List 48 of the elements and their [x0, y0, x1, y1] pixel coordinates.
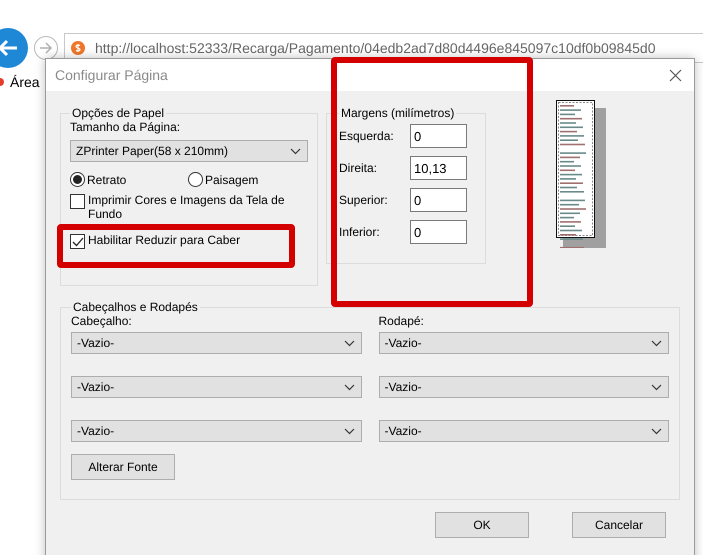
url-text: http://localhost:52333/Recarga/Pagamento/04edb2ad7d80d4496e845097c10df0b09845d0 — [95, 40, 656, 56]
dialog-button[interactable]: Cancelar — [572, 512, 666, 538]
chevron-down-icon — [344, 384, 354, 390]
dialog-button[interactable]: OK — [435, 512, 529, 538]
radio-button[interactable] — [188, 172, 203, 187]
margin-input[interactable]: 0 — [410, 124, 467, 148]
header-dropdown[interactable]: -Vazio- — [71, 332, 362, 354]
check-icon — [72, 236, 84, 246]
arrow-right-icon — [39, 42, 53, 54]
chevron-down-icon — [651, 340, 662, 346]
header-dropdown[interactable]: -Vazio- — [71, 420, 362, 442]
footer-dropdown[interactable]: -Vazio- — [378, 332, 669, 354]
group-title: Opções de Papel — [71, 106, 166, 120]
checkbox-label: Habilitar Reduzir para Caber — [88, 233, 240, 247]
field-label: Esquerda: — [339, 129, 394, 143]
group-title: Cabeçalhos e Rodapés — [72, 300, 199, 314]
chevron-down-icon — [651, 428, 662, 434]
group-title: Margens (milímetros) — [340, 106, 456, 120]
margin-input[interactable]: 0 — [410, 220, 467, 244]
site-icon — [71, 41, 85, 55]
checkbox-label: Imprimir Cores e Imagens da Tela de Fundo — [88, 193, 286, 221]
close-icon[interactable] — [669, 68, 682, 82]
chevron-down-icon — [344, 428, 354, 434]
checkbox[interactable] — [70, 234, 85, 249]
field-label: Cabeçalho: — [71, 314, 133, 328]
footer-dropdown[interactable]: -Vazio- — [378, 376, 669, 398]
header-dropdown[interactable]: -Vazio- — [71, 376, 362, 398]
chevron-down-icon — [290, 148, 301, 154]
chevron-down-icon — [344, 340, 354, 346]
radio-label: Retrato — [87, 172, 126, 186]
radio-label: Paisagem — [205, 172, 258, 186]
arrow-left-icon — [0, 39, 19, 57]
favorite-link[interactable]: Área — [10, 74, 40, 90]
chevron-down-icon — [651, 384, 662, 390]
page-size-dropdown[interactable]: ZPrinter Paper(58 x 210mm) — [70, 140, 308, 162]
footer-dropdown[interactable]: -Vazio- — [378, 420, 669, 442]
field-label: Rodapé: — [378, 314, 425, 328]
margin-input[interactable]: 10,13 — [410, 156, 467, 180]
field-label: Inferior: — [339, 225, 380, 239]
radio-button[interactable] — [70, 172, 85, 187]
checkbox[interactable] — [70, 194, 85, 209]
margin-input[interactable]: 0 — [410, 188, 467, 212]
change-font-button[interactable]: Alterar Fonte — [71, 454, 175, 480]
field-label: Direita: — [339, 161, 378, 175]
field-label: Superior: — [339, 193, 388, 207]
dialog-title: Configurar Página — [55, 67, 168, 83]
field-label: Tamanho da Página: — [70, 120, 180, 134]
back-button[interactable] — [0, 28, 28, 68]
